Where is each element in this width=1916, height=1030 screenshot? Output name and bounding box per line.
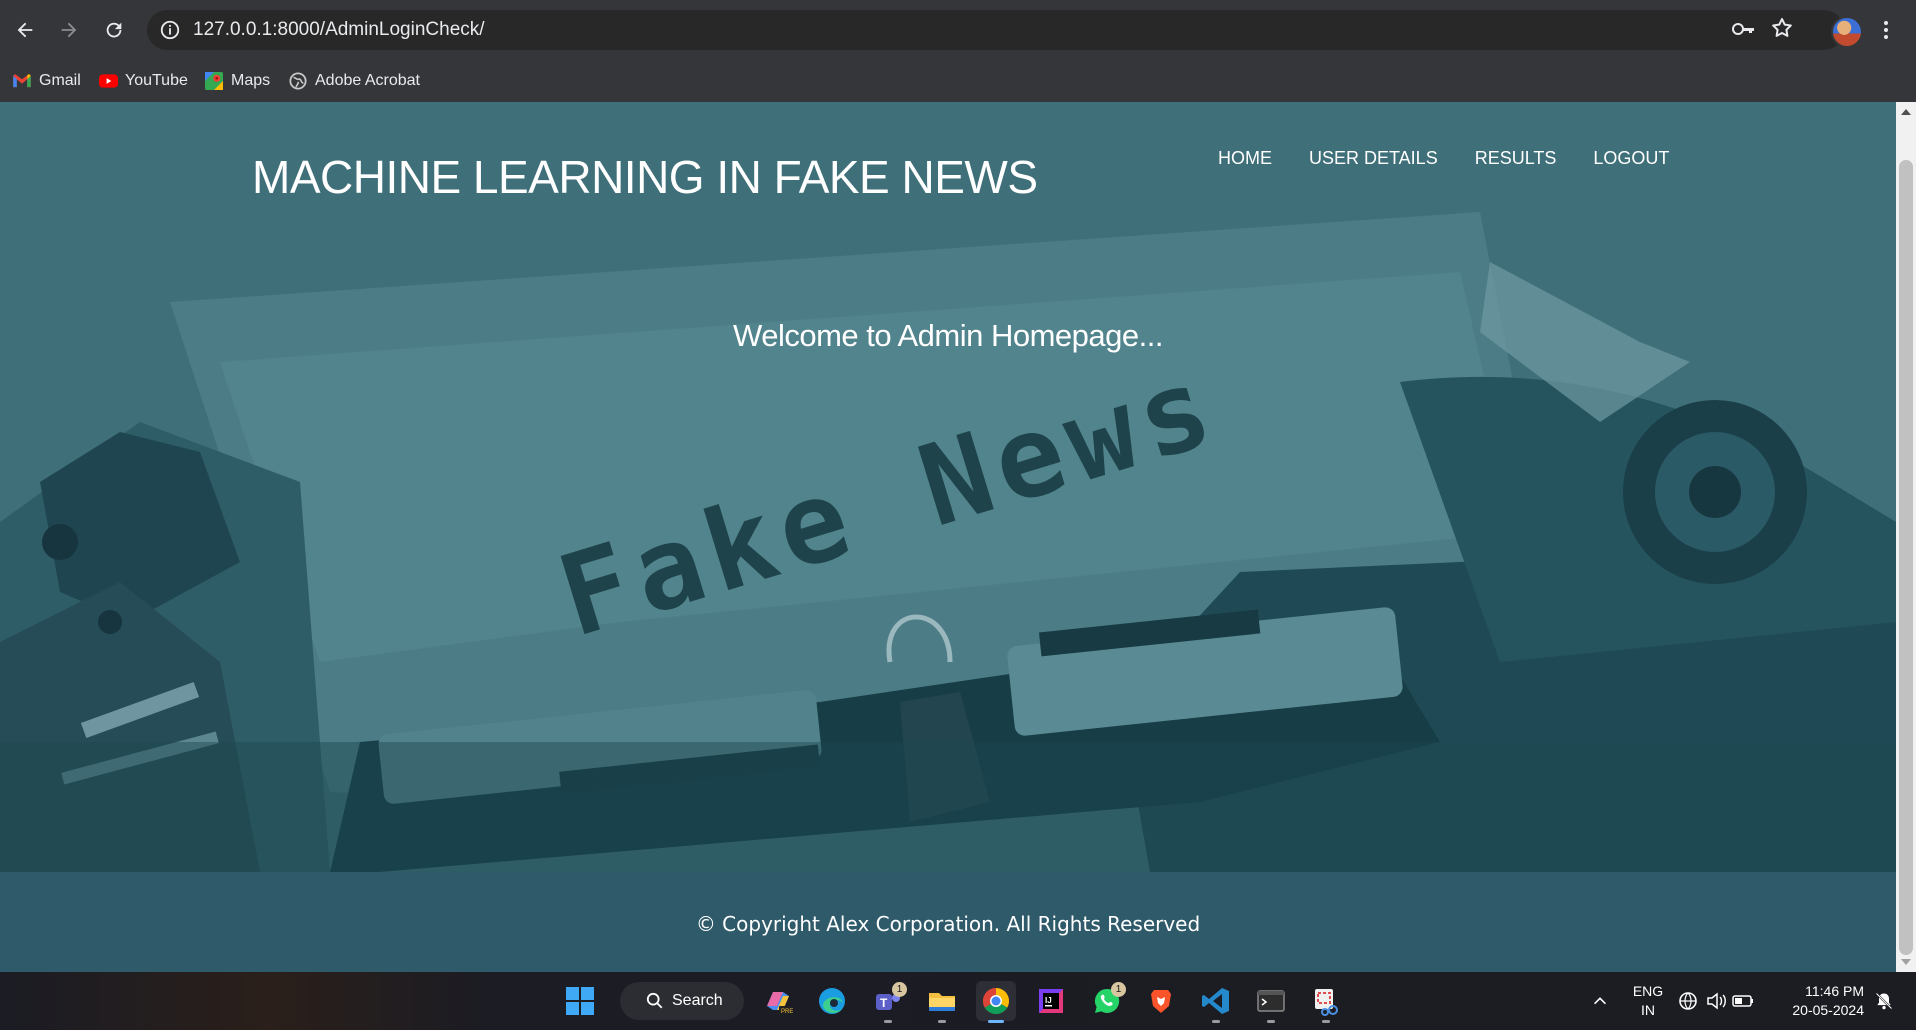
- running-indicator: [1267, 1020, 1275, 1023]
- keyboard-region: IN: [1641, 1002, 1655, 1018]
- intellij-app[interactable]: IJ: [1031, 981, 1071, 1021]
- clock-date: 20-05-2024: [1792, 1002, 1864, 1018]
- show-hidden-icons-button[interactable]: [1580, 981, 1620, 1021]
- bookmarks-bar: Gmail YouTube Maps Adobe Acrobat: [0, 60, 1916, 103]
- scrollbar-thumb[interactable]: [1899, 160, 1913, 955]
- battery-icon: [1732, 995, 1753, 1007]
- copilot-app[interactable]: PRE: [758, 981, 798, 1021]
- bookmark-label: Gmail: [39, 72, 81, 89]
- intellij-icon: IJ: [1039, 989, 1063, 1013]
- web-page: MACHINE LEARNING IN FAKE NEWS HOME USER …: [0, 102, 1896, 972]
- windows-taskbar: Search PRE T 1 IJ 1 ENG IN 11:46 PM 20-0…: [0, 972, 1916, 1030]
- windows-logo-icon: [566, 987, 594, 1015]
- network-volume-battery-icons: [1679, 992, 1753, 1010]
- chrome-app[interactable]: [976, 981, 1016, 1023]
- running-indicator: [988, 1020, 1004, 1023]
- youtube-icon: [98, 71, 118, 91]
- bookmark-star-icon[interactable]: [1770, 16, 1796, 42]
- search-icon: [646, 992, 663, 1009]
- bookmark-label: Maps: [231, 72, 271, 89]
- globe-icon: [288, 71, 308, 91]
- start-button[interactable]: [560, 981, 600, 1021]
- clock-time: 11:46 PM: [1805, 983, 1864, 999]
- svg-text:IJ: IJ: [1045, 996, 1052, 1005]
- edge-app[interactable]: [812, 981, 852, 1021]
- copyright-text: © Copyright Alex Corporation. All Rights…: [695, 912, 1201, 936]
- gmail-icon: [12, 71, 32, 91]
- whatsapp-app[interactable]: 1: [1087, 981, 1127, 1021]
- hero-section: MACHINE LEARNING IN FAKE NEWS HOME USER …: [0, 102, 1896, 872]
- copilot-icon: PRE: [767, 992, 793, 1015]
- url-text[interactable]: 127.0.0.1:8000/AdminLoginCheck/: [193, 19, 485, 41]
- chrome-icon: [982, 987, 1010, 1015]
- edge-icon: [819, 988, 845, 1014]
- footer: © Copyright Alex Corporation. All Rights…: [0, 872, 1896, 972]
- teams-badge: 1: [892, 982, 907, 997]
- system-tray-status[interactable]: [1676, 981, 1760, 1021]
- terminal-app[interactable]: [1251, 981, 1291, 1023]
- running-indicator: [1322, 1020, 1330, 1023]
- whatsapp-badge: 1: [1111, 982, 1126, 997]
- scroll-down-icon[interactable]: [1901, 959, 1911, 965]
- address-bar[interactable]: 127.0.0.1:8000/AdminLoginCheck/: [147, 10, 1844, 50]
- forward-icon[interactable]: [54, 12, 84, 48]
- snipping-tool-icon: [1315, 989, 1338, 1016]
- maps-icon: [204, 71, 224, 91]
- teams-app[interactable]: T 1: [868, 981, 908, 1023]
- password-key-icon[interactable]: [1730, 16, 1756, 42]
- hero-image-caption: Fake News: [545, 340, 1232, 663]
- language-indicator[interactable]: ENG IN: [1624, 982, 1672, 1020]
- bookmark-youtube[interactable]: YouTube: [98, 68, 188, 94]
- more-menu-icon[interactable]: [1876, 14, 1896, 46]
- svg-text:T: T: [880, 996, 888, 1010]
- site-info-icon[interactable]: [159, 19, 181, 41]
- back-icon[interactable]: [10, 12, 40, 48]
- notification-bell-icon: [1875, 992, 1893, 1010]
- terminal-icon: [1257, 990, 1285, 1012]
- taskbar-search[interactable]: Search: [620, 982, 744, 1020]
- search-label: Search: [672, 992, 723, 1009]
- clock[interactable]: 11:46 PM 20-05-2024: [1776, 982, 1864, 1020]
- volume-icon: [1707, 992, 1726, 1010]
- profile-avatar[interactable]: [1831, 16, 1863, 48]
- file-explorer-app[interactable]: [922, 981, 962, 1023]
- brave-app[interactable]: [1141, 981, 1181, 1021]
- running-indicator: [1212, 1020, 1220, 1023]
- chevron-up-icon: [1594, 997, 1606, 1005]
- folder-icon: [929, 993, 955, 1011]
- reload-icon[interactable]: [99, 12, 129, 48]
- vscode-app[interactable]: [1196, 981, 1236, 1023]
- brave-icon: [1151, 990, 1171, 1013]
- bookmark-maps[interactable]: Maps: [204, 68, 270, 94]
- snipping-tool-app[interactable]: [1306, 981, 1346, 1023]
- bookmark-adobe-acrobat[interactable]: Adobe Acrobat: [288, 68, 420, 94]
- vscode-icon: [1202, 988, 1229, 1014]
- hero-image-typed-text: Fake News: [545, 340, 1232, 663]
- language-code: ENG: [1632, 983, 1664, 999]
- scroll-up-icon[interactable]: [1901, 109, 1911, 115]
- bookmark-label: YouTube: [125, 72, 188, 89]
- running-indicator: [884, 1020, 892, 1023]
- bookmark-label: Adobe Acrobat: [315, 72, 420, 89]
- running-indicator: [938, 1020, 946, 1023]
- network-globe-icon: [1679, 992, 1697, 1010]
- bookmark-gmail[interactable]: Gmail: [12, 68, 81, 94]
- page-scrollbar[interactable]: [1896, 102, 1916, 972]
- browser-toolbar: 127.0.0.1:8000/AdminLoginCheck/: [0, 0, 1916, 60]
- notifications-button[interactable]: [1868, 981, 1900, 1021]
- svg-text:PRE: PRE: [781, 1009, 793, 1015]
